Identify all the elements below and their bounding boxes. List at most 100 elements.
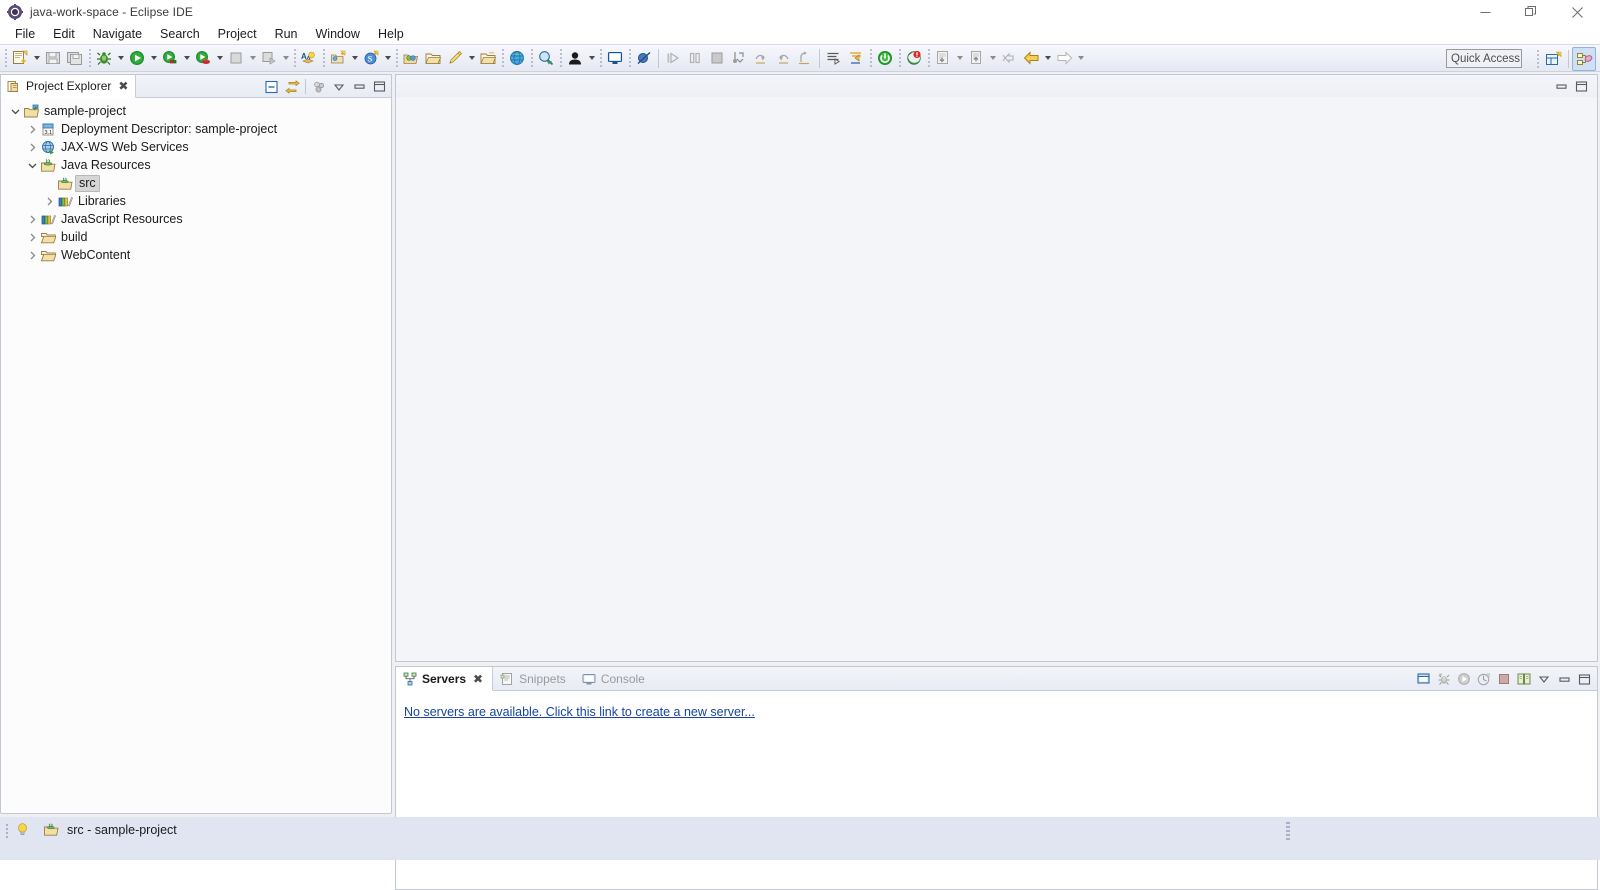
menu-search[interactable]: Search <box>151 25 209 43</box>
profile-button[interactable] <box>192 46 214 70</box>
chevron-right-icon[interactable] <box>24 228 40 246</box>
resume-button[interactable] <box>662 46 684 70</box>
chevron-right-icon[interactable] <box>24 246 40 264</box>
back-button[interactable] <box>1020 46 1042 70</box>
menu-project[interactable]: Project <box>209 25 266 43</box>
run-external-tools-dropdown-arrow[interactable] <box>181 46 192 70</box>
tree-item-deployment-descriptor[interactable]: 3.1 Deployment Descriptor: sample-projec… <box>1 120 391 138</box>
suspend-button[interactable] <box>684 46 706 70</box>
download-button[interactable] <box>932 46 954 70</box>
tree-item-java-resources[interactable]: Java Resources <box>1 156 391 174</box>
tree-item-javascript-resources[interactable]: JavaScript Resources <box>1 210 391 228</box>
minimize-editor-button[interactable] <box>1551 76 1571 97</box>
tab-console[interactable]: Console <box>575 667 654 691</box>
new-annotation-button[interactable] <box>444 46 466 70</box>
forward-dropdown-arrow[interactable] <box>1075 46 1086 70</box>
new-class-dropdown-arrow[interactable] <box>382 46 393 70</box>
step-return-button[interactable] <box>772 46 794 70</box>
new-class-button[interactable]: S <box>360 46 382 70</box>
chevron-right-icon[interactable] <box>41 192 57 210</box>
minimize-button[interactable] <box>1462 0 1508 24</box>
close-icon[interactable]: ✖ <box>473 672 483 686</box>
chevron-down-icon[interactable] <box>24 156 40 174</box>
tree-item-build[interactable]: build <box>1 228 391 246</box>
run-dropdown-arrow[interactable] <box>148 46 159 70</box>
search-button[interactable] <box>535 46 557 70</box>
view-menu-focus-button[interactable] <box>309 76 329 97</box>
quick-access-input[interactable]: Quick Access <box>1446 49 1522 68</box>
new-package-dropdown-arrow[interactable] <box>349 46 360 70</box>
menu-help[interactable]: Help <box>369 25 413 43</box>
open-perspective-button[interactable] <box>1541 47 1565 71</box>
upload-dropdown-arrow[interactable] <box>987 46 998 70</box>
tab-servers[interactable]: Servers ✖ <box>396 667 494 691</box>
previous-annotation-button[interactable] <box>845 46 867 70</box>
step-into-button[interactable] <box>728 46 750 70</box>
open-task-button[interactable] <box>422 46 444 70</box>
menu-file[interactable]: File <box>6 25 44 43</box>
forward-button[interactable] <box>1053 46 1075 70</box>
chevron-right-icon[interactable] <box>24 210 40 228</box>
open-web-browser-button[interactable] <box>506 46 528 70</box>
coverage-dropdown-arrow[interactable] <box>280 46 291 70</box>
terminate-button[interactable] <box>706 46 728 70</box>
save-button[interactable] <box>42 46 64 70</box>
user-dropdown-arrow[interactable] <box>586 46 597 70</box>
new-server-button[interactable] <box>1414 669 1434 690</box>
stop-dropdown-arrow[interactable] <box>247 46 258 70</box>
debug-dropdown-arrow[interactable] <box>115 46 126 70</box>
new-wizard-dropdown-arrow[interactable] <box>31 46 42 70</box>
start-server-button[interactable] <box>1454 669 1474 690</box>
tab-snippets[interactable]: Snippets <box>493 667 575 691</box>
menu-window[interactable]: Window <box>307 25 369 43</box>
start-server-button[interactable] <box>874 46 896 70</box>
collapse-all-button[interactable] <box>262 76 282 97</box>
tree-item-webcontent[interactable]: WebContent <box>1 246 391 264</box>
publish-server-button[interactable] <box>1514 669 1534 690</box>
new-annotation-dropdown-arrow[interactable] <box>466 46 477 70</box>
maximize-view-button[interactable] <box>369 76 389 97</box>
upload-button[interactable] <box>965 46 987 70</box>
maximize-editor-button[interactable] <box>1571 76 1591 97</box>
close-icon[interactable]: ✖ <box>118 79 128 93</box>
link-with-editor-button[interactable] <box>282 76 302 97</box>
console-button[interactable] <box>604 46 626 70</box>
open-resource-button[interactable] <box>477 46 499 70</box>
profile-dropdown-arrow[interactable] <box>214 46 225 70</box>
debug-server-button[interactable] <box>1434 669 1454 690</box>
stop-server-button[interactable] <box>1494 669 1514 690</box>
minimize-view-button[interactable] <box>349 76 369 97</box>
menu-edit[interactable]: Edit <box>44 25 84 43</box>
maximize-button[interactable] <box>1508 0 1554 24</box>
close-button[interactable] <box>1554 0 1600 24</box>
validate-button[interactable] <box>903 46 925 70</box>
menu-run[interactable]: Run <box>266 25 307 43</box>
back-nav-button[interactable] <box>998 46 1020 70</box>
tree-item-libraries[interactable]: Libraries <box>1 192 391 210</box>
tree-item-sample-project[interactable]: sample-project <box>1 102 391 120</box>
new-package-button[interactable] <box>327 46 349 70</box>
chevron-right-icon[interactable] <box>24 138 40 156</box>
next-annotation-button[interactable] <box>823 46 845 70</box>
maximize-view-button[interactable] <box>1574 669 1594 690</box>
back-dropdown-arrow[interactable] <box>1042 46 1053 70</box>
chevron-right-icon[interactable] <box>24 120 40 138</box>
tree-item-src[interactable]: src <box>1 174 391 192</box>
coverage-button[interactable] <box>258 46 280 70</box>
download-dropdown-arrow[interactable] <box>954 46 965 70</box>
skip-breakpoints-button[interactable] <box>633 46 655 70</box>
view-menu-button[interactable] <box>1534 669 1554 690</box>
chevron-down-icon[interactable] <box>7 102 23 120</box>
view-menu-button[interactable] <box>329 76 349 97</box>
editor-empty-area[interactable] <box>396 97 1597 661</box>
step-over-button[interactable] <box>750 46 772 70</box>
debug-button[interactable] <box>93 46 115 70</box>
profile-server-button[interactable] <box>1474 669 1494 690</box>
stop-button[interactable] <box>225 46 247 70</box>
tab-project-explorer[interactable]: Project Explorer ✖ <box>1 75 137 98</box>
user-button[interactable] <box>564 46 586 70</box>
run-button[interactable] <box>126 46 148 70</box>
create-new-server-link[interactable]: No servers are available. Click this lin… <box>404 705 755 719</box>
tree-item-jaxws-web-services[interactable]: JAX-WS Web Services <box>1 138 391 156</box>
open-type-button[interactable] <box>400 46 422 70</box>
